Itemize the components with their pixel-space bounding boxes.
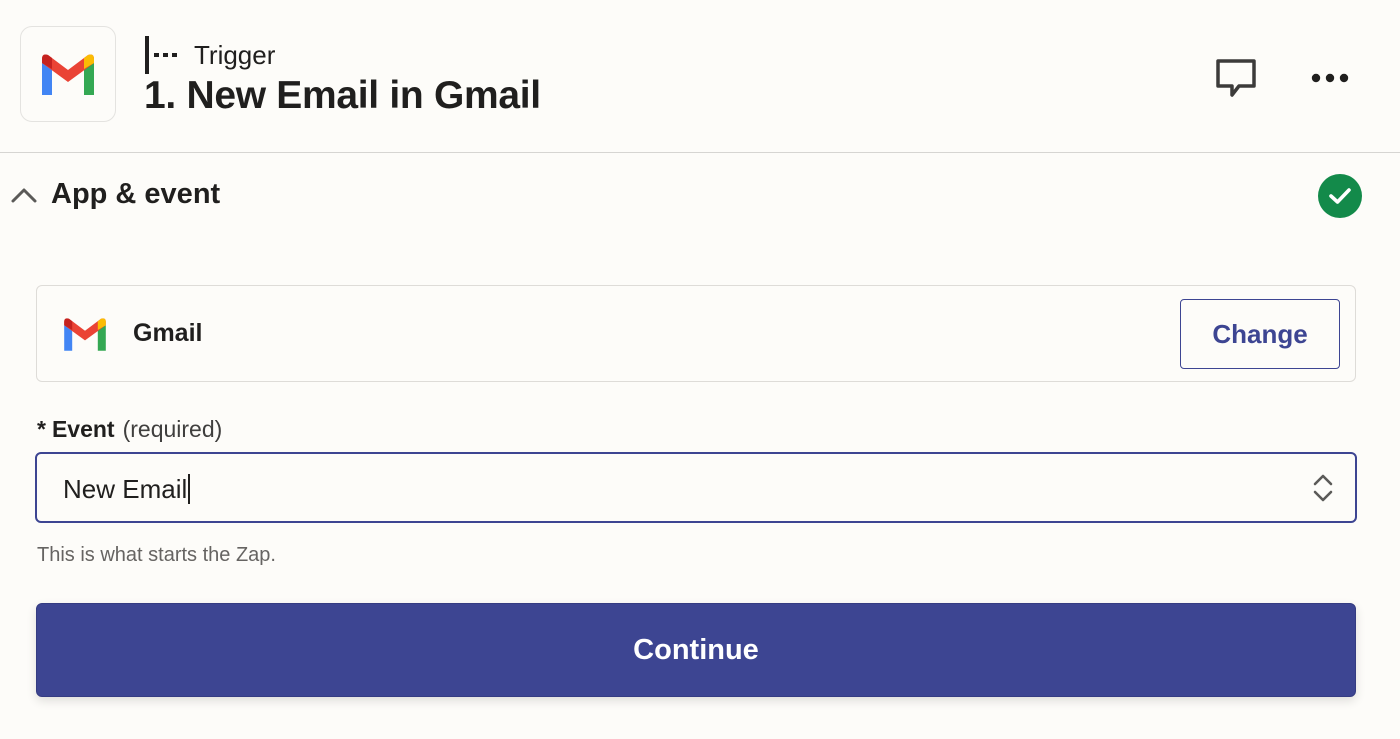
change-app-button[interactable]: Change	[1180, 299, 1340, 369]
app-name: Gmail	[133, 319, 203, 347]
gmail-logo	[64, 318, 106, 351]
text-caret	[188, 474, 191, 504]
step-type-row: Trigger	[144, 36, 275, 74]
comment-icon	[1216, 59, 1256, 97]
status-badge	[1318, 174, 1362, 218]
step-type-label: Trigger	[194, 39, 276, 70]
section-title: App & event	[51, 178, 221, 210]
step-title[interactable]: 1. New Email in Gmail	[144, 74, 541, 118]
chevron-up-down-icon[interactable]	[1311, 472, 1335, 504]
check-icon	[1329, 188, 1351, 204]
event-select[interactable]: New Email	[35, 452, 1357, 523]
trigger-icon	[145, 36, 177, 74]
event-helper-text: This is what starts the Zap.	[37, 544, 276, 566]
app-event-section-header[interactable]: App & event	[0, 154, 1400, 238]
required-hint: (required)	[122, 416, 223, 442]
required-asterisk: *	[37, 416, 46, 442]
event-field-label: * Event (required)	[37, 416, 222, 443]
step-app-icon-tile[interactable]	[20, 26, 116, 122]
selected-app-card: Gmail Change	[36, 285, 1356, 382]
continue-button[interactable]: Continue	[36, 603, 1356, 697]
more-options-button[interactable]	[1304, 55, 1356, 101]
chevron-up-icon[interactable]	[10, 182, 38, 206]
event-label: Event	[51, 416, 115, 442]
more-horizontal-icon	[1311, 73, 1349, 83]
zap-step-editor: Trigger 1. New Email in Gmail App & even…	[0, 0, 1400, 739]
step-header: Trigger 1. New Email in Gmail	[0, 0, 1400, 153]
comment-button[interactable]	[1210, 53, 1262, 103]
gmail-logo	[42, 54, 94, 95]
event-select-value: New Email	[63, 474, 188, 504]
event-select-value-wrap: New Email	[63, 474, 191, 505]
